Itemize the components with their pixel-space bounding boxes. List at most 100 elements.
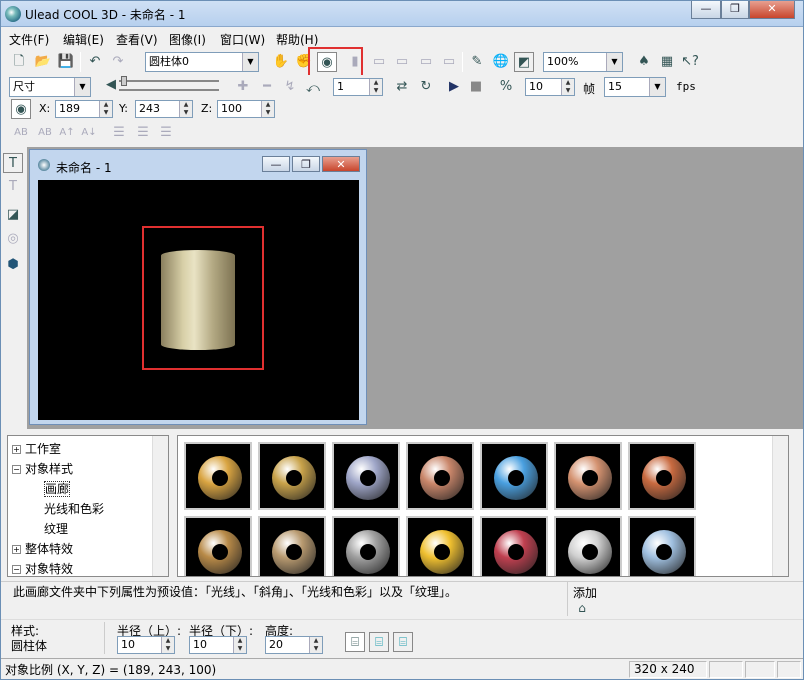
undo-icon[interactable]: ↶ (85, 52, 105, 72)
gallery-thumbnail[interactable] (258, 516, 326, 576)
timeline-slider[interactable] (121, 76, 127, 86)
doc-maximize-button[interactable]: ❐ (292, 156, 320, 172)
text-size-down-icon[interactable]: A↓ (79, 123, 99, 143)
tree-item-object-style[interactable]: − 对象样式 (12, 460, 73, 477)
gallery-thumbnail[interactable] (480, 516, 548, 576)
frame-spinner[interactable]: 1 ▲ ▼ (333, 78, 383, 96)
stop-icon[interactable]: ■ (466, 77, 486, 97)
rewind-icon[interactable]: ◀ (101, 75, 121, 95)
text-tool-icon[interactable]: AB (35, 123, 55, 143)
insert-shape-icon[interactable]: ◪ (3, 205, 23, 225)
close-button[interactable]: ✕ (749, 1, 795, 19)
align-left-icon[interactable]: ☰ (109, 123, 129, 143)
tree-item-texture[interactable]: 纹理 (44, 520, 68, 537)
bevel-back-icon[interactable]: ▭ (416, 52, 436, 72)
spinner-arrows[interactable]: ▲ ▼ (369, 79, 382, 95)
y-input[interactable]: 243 ▲ ▼ (135, 100, 193, 118)
gallery-thumbnail[interactable] (184, 516, 252, 576)
gallery-thumbnail[interactable] (406, 516, 474, 576)
minimize-button[interactable]: — (691, 1, 721, 19)
spinner-arrows[interactable]: ▲ ▼ (179, 101, 192, 117)
camera-view-icon[interactable]: ◩ (514, 52, 534, 72)
swap-icon[interactable]: ⇄ (392, 77, 412, 97)
gallery-thumbnail[interactable] (480, 442, 548, 510)
text-tool-icon[interactable]: AB (11, 123, 31, 143)
tree-item-studio[interactable]: + 工作室 (12, 440, 61, 457)
percent-icon[interactable]: % (496, 77, 516, 97)
gallery-thumbnail[interactable] (258, 442, 326, 510)
add-keyframe-icon[interactable]: ✚ (233, 77, 253, 97)
menu-image[interactable]: 图像(I) (169, 31, 206, 48)
spinner-arrows[interactable]: ▲ ▼ (99, 101, 112, 117)
radius-bottom-input[interactable]: 10 ▲ ▼ (189, 636, 247, 654)
bevel-all-icon[interactable]: ▭ (439, 52, 459, 72)
bevel-side-icon[interactable]: ▭ (392, 52, 412, 72)
text-size-up-icon[interactable]: A↑ (57, 123, 77, 143)
gallery-thumbnail[interactable] (628, 516, 696, 576)
doc-minimize-button[interactable]: — (262, 156, 290, 172)
total-frames-spinner[interactable]: 10 ▲ ▼ (525, 78, 575, 96)
play-icon[interactable]: ▶ (444, 77, 464, 97)
edit-text-icon[interactable]: T (3, 177, 23, 197)
redo-icon[interactable]: ↷ (108, 52, 128, 72)
menu-file[interactable]: 文件(F) (9, 31, 49, 48)
x-input[interactable]: 189 ▲ ▼ (55, 100, 113, 118)
cylinder-solid-icon[interactable]: ⌸ (345, 632, 365, 652)
export-icon[interactable]: ♠ (634, 52, 654, 72)
align-center-icon[interactable]: ☰ (133, 123, 153, 143)
gallery-thumbnail[interactable] (332, 516, 400, 576)
radius-top-input[interactable]: 10 ▲ ▼ (117, 636, 175, 654)
gallery-thumbnail[interactable] (406, 442, 474, 510)
spinner-arrows[interactable]: ▲ ▼ (309, 637, 322, 653)
size-object-icon[interactable]: ◉ (11, 99, 31, 119)
cylinder-hollow-icon[interactable]: ⌸ (393, 632, 413, 652)
object-select[interactable]: 圆柱体0 ▼ (145, 52, 259, 72)
gallery-thumbnail[interactable] (184, 442, 252, 510)
gallery-scrollbar[interactable] (772, 436, 788, 576)
gallery-thumbnail[interactable] (554, 442, 622, 510)
zoom-select[interactable]: 100% ▼ (543, 52, 623, 72)
menu-window[interactable]: 窗口(W) (220, 31, 265, 48)
z-input[interactable]: 100 ▲ ▼ (217, 100, 275, 118)
spinner-arrows[interactable]: ▲ ▼ (161, 637, 174, 653)
tree-item-light-color[interactable]: 光线和色彩 (44, 500, 104, 517)
cylinder-cap-icon[interactable]: ⌸ (369, 632, 389, 652)
insert-geometry-icon[interactable]: ⬢ (3, 255, 23, 275)
light-icon[interactable]: ✎ (467, 52, 487, 72)
spinner-arrows[interactable]: ▲ ▼ (561, 79, 574, 95)
menu-view[interactable]: 查看(V) (116, 31, 158, 48)
new-file-icon[interactable]: 🗋 (9, 52, 29, 72)
menu-help[interactable]: 帮助(H) (276, 31, 318, 48)
doc-close-button[interactable]: ✕ (322, 156, 360, 172)
gallery-thumbnail[interactable] (332, 442, 400, 510)
bevel-front-icon[interactable]: ▭ (369, 52, 389, 72)
help-pointer-icon[interactable]: ↖? (680, 52, 700, 72)
edit-shape-icon[interactable]: ◎ (3, 229, 23, 249)
fps-select[interactable]: 15 ▼ (604, 77, 666, 97)
globe-icon[interactable]: 🌐 (491, 52, 511, 72)
gallery-thumbnail[interactable] (628, 442, 696, 510)
open-folder-icon[interactable]: 📂 (33, 52, 53, 72)
hand-move-icon[interactable]: ✋ (271, 52, 291, 72)
loop-icon[interactable]: ⤺ (303, 79, 323, 99)
add-home-icon[interactable]: ⌂ (573, 598, 591, 616)
resize-grip[interactable] (777, 661, 801, 678)
render-icon[interactable]: ▦ (657, 52, 677, 72)
tree-scrollbar[interactable] (152, 436, 168, 576)
insert-text-icon[interactable]: T (3, 153, 23, 173)
tree-item-global-fx[interactable]: + 整体特效 (12, 540, 73, 557)
remove-keyframe-icon[interactable]: ━ (257, 77, 277, 97)
gallery-thumbnail[interactable] (554, 516, 622, 576)
height-input[interactable]: 20 ▲ ▼ (265, 636, 323, 654)
tree-item-object-fx[interactable]: − 对象特效 (12, 560, 73, 577)
maximize-button[interactable]: ❐ (721, 1, 749, 19)
save-icon[interactable]: 💾 (56, 52, 76, 72)
reverse-keyframe-icon[interactable]: ↯ (280, 77, 300, 97)
repeat-icon[interactable]: ↻ (416, 77, 436, 97)
spinner-arrows[interactable]: ▲ ▼ (233, 637, 246, 653)
align-right-icon[interactable]: ☰ (156, 123, 176, 143)
attribute-select[interactable]: 尺寸 ▼ (9, 77, 91, 97)
menu-edit[interactable]: 编辑(E) (63, 31, 104, 48)
spinner-arrows[interactable]: ▲ ▼ (261, 101, 274, 117)
tree-item-gallery[interactable]: 画廊 (44, 480, 71, 497)
